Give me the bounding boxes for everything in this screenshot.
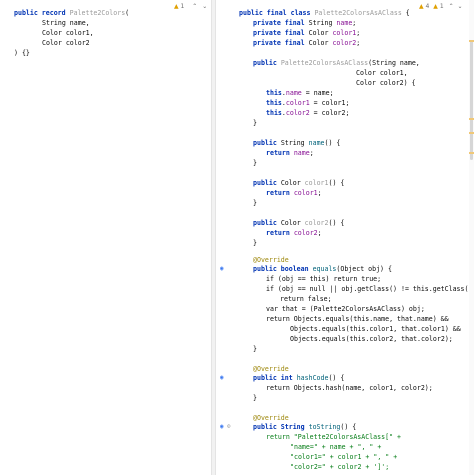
code-line: } [253, 159, 257, 167]
code-line: Color color2 [42, 39, 90, 47]
code-line: return color2; [266, 229, 322, 237]
left-editor-pane[interactable]: ▲ 1 ⌃ ⌄ public record Palette2Colors( St… [0, 0, 211, 475]
chevron-up-icon[interactable]: ⌃ [192, 3, 197, 10]
code-line: public int hashCode() { [253, 374, 345, 382]
code-line: "color2=" + color2 + ']'; [290, 463, 390, 471]
chevron-down-icon[interactable]: ⌄ [202, 3, 207, 10]
code-line: if (obj == this) return true; [266, 275, 382, 283]
code-line: private final String name; [253, 19, 357, 27]
code-line: Color color1, [356, 69, 408, 77]
warning-triangle-icon: ▲ [419, 3, 424, 10]
override-gutter-icon[interactable]: ◉ [220, 375, 226, 381]
code-line: "name=" + name + ", " + [290, 443, 382, 451]
code-line: return false; [280, 295, 332, 303]
code-line: this.color1 = color1; [266, 99, 350, 107]
code-line: "color1=" + color1 + ", " + [290, 453, 398, 461]
code-line: private final Color color2; [253, 39, 361, 47]
scrollbar-thumb[interactable] [470, 40, 473, 160]
code-line: } [253, 199, 257, 207]
code-line: return Objects.equals(this.name, that.na… [266, 315, 449, 323]
left-inspection-status[interactable]: ▲ 1 ⌃ ⌄ [174, 3, 207, 11]
code-line: @Override [253, 256, 289, 264]
code-line: public boolean equals(Object obj) { [253, 265, 392, 273]
code-line: return "Palette2ColorsAsAClass[" + [266, 433, 401, 441]
code-line: public String name() { [253, 139, 341, 147]
override-gutter-icon[interactable]: ◉ [220, 424, 226, 430]
code-line: public record Palette2Colors( [14, 9, 130, 17]
warning-marker[interactable] [469, 118, 474, 120]
chevron-up-icon[interactable]: ⌃ [449, 3, 454, 10]
code-line: public Color color2() { [253, 219, 345, 227]
code-line: } [253, 345, 257, 353]
code-line: Color color2) { [356, 79, 416, 87]
right-inspection-status[interactable]: ▲ 4 ▲ 1 ⌃ ⌄ [419, 3, 463, 11]
code-line: Color color1, [42, 29, 94, 37]
lightbulb-icon[interactable]: ⊙ [227, 424, 233, 430]
code-line: this.name = name; [266, 89, 334, 97]
code-line: private final Color color1; [253, 29, 361, 37]
code-line: public String toString() { [253, 423, 357, 431]
vertical-scrollbar[interactable] [469, 0, 474, 475]
warning-triangle-icon: ▲ [174, 3, 179, 10]
code-line: var that = (Palette2ColorsAsAClass) obj; [266, 305, 425, 313]
code-line: Objects.equals(this.color2, that.color2)… [290, 335, 453, 343]
code-line: } [253, 239, 257, 247]
chevron-down-icon[interactable]: ⌄ [458, 3, 463, 10]
code-line: public final class Palette2ColorsAsAClas… [239, 9, 410, 17]
code-line: if (obj == null || obj.getClass() != thi… [266, 285, 474, 293]
code-line: } [253, 394, 257, 402]
weak-warning-icon: ▲ [433, 3, 438, 10]
code-line: ) {} [14, 49, 30, 57]
override-gutter-icon[interactable]: ◉ [220, 266, 226, 272]
code-line: return name; [266, 149, 314, 157]
code-line: return color1; [266, 189, 322, 197]
code-line: public Palette2ColorsAsAClass(String nam… [253, 59, 420, 67]
code-line: return Objects.hash(name, color1, color2… [266, 384, 433, 392]
warning-marker[interactable] [469, 40, 474, 42]
warning-marker[interactable] [469, 132, 474, 134]
code-line: @Override [253, 414, 289, 422]
right-editor-pane[interactable]: ▲ 4 ▲ 1 ⌃ ⌄ public final class Palette2C… [216, 0, 474, 475]
code-line: public Color color1() { [253, 179, 345, 187]
code-line: @Override [253, 365, 289, 373]
code-line: Objects.equals(this.color1, that.color1)… [290, 325, 461, 333]
code-line: String name, [42, 19, 90, 27]
code-line: } [253, 119, 257, 127]
code-line: this.color2 = color2; [266, 109, 350, 117]
warning-marker[interactable] [469, 152, 474, 154]
